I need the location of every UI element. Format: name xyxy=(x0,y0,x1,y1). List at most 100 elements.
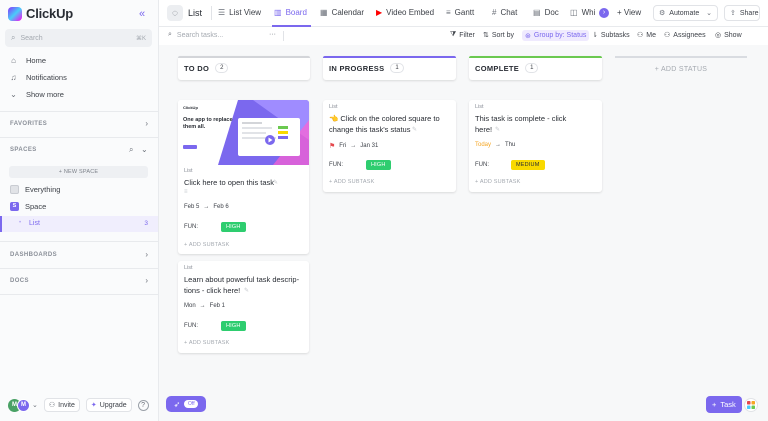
new-space-button[interactable]: + NEW SPACE xyxy=(9,166,148,178)
clickup-logo[interactable]: ClickUp xyxy=(8,6,73,21)
add-subtask-button[interactable]: + ADD SUBTASK xyxy=(184,242,229,248)
sidebar-item-list[interactable]: • List 3 xyxy=(0,216,158,232)
add-subtask-button[interactable]: + ADD SUBTASK xyxy=(184,340,229,346)
tab-gantt[interactable]: ≡ Gantt xyxy=(446,8,474,17)
sidebar-item-home[interactable]: ⌂ Home xyxy=(9,56,46,65)
tab-board[interactable]: ▥ Board xyxy=(274,8,307,17)
sidebar-item-show-more[interactable]: ⌄ Show more xyxy=(9,90,64,99)
column-header-in-progress[interactable]: IN PROGRESS 1 xyxy=(323,56,456,80)
more-tabs-icon[interactable]: › xyxy=(599,8,609,18)
me-button[interactable]: ⚇ Me xyxy=(637,31,656,40)
task-card[interactable]: List This task is complete - click here!… xyxy=(469,100,602,192)
edit-icon[interactable]: ✎ xyxy=(273,179,278,186)
favorites-header[interactable]: FAVORITES xyxy=(10,121,47,127)
task-dates[interactable]: Mon → Feb 1 xyxy=(184,303,225,309)
add-subtask-button[interactable]: + ADD SUBTASK xyxy=(475,179,520,185)
tab-label: List View xyxy=(229,8,262,17)
column-name: TO DO xyxy=(184,63,210,73)
apps-button[interactable] xyxy=(744,398,758,412)
task-dates[interactable]: Today → Thu xyxy=(475,142,515,148)
page-title[interactable]: List xyxy=(188,8,202,18)
sidebar-item-notifications[interactable]: ♫ Notifications xyxy=(9,73,67,82)
collapse-sidebar-icon[interactable]: « xyxy=(139,8,145,20)
divider xyxy=(0,137,158,138)
priority-badge[interactable]: MEDIUM xyxy=(511,160,545,170)
task-card[interactable]: List Learn about powerful task descrip- … xyxy=(178,261,309,353)
spaces-header[interactable]: SPACES xyxy=(10,147,37,153)
arrow-icon: → xyxy=(495,142,502,148)
column-header-complete[interactable]: COMPLETE 1 xyxy=(469,56,602,80)
due-date: Feb 6 xyxy=(213,204,229,210)
upgrade-button[interactable]: ✦ Upgrade xyxy=(85,398,132,412)
sidebar-search[interactable]: ⌕ Search ⌘K xyxy=(5,29,152,47)
group-icon: ⊛ xyxy=(525,32,531,40)
priority-badge[interactable]: HIGH xyxy=(221,321,246,331)
hash-icon: # xyxy=(492,8,497,17)
task-title-line[interactable]: This task is complete - click xyxy=(475,113,595,124)
users-icon: ⚇ xyxy=(664,32,671,39)
add-status-button[interactable]: + ADD STATUS xyxy=(615,56,747,80)
task-dates[interactable]: ⚑ Fri → Jan 31 xyxy=(329,142,378,150)
share-button[interactable]: ⇪ Share xyxy=(724,5,760,21)
column-count: 1 xyxy=(390,63,404,73)
dashboards-header[interactable]: DASHBOARDS xyxy=(10,252,57,258)
priority-badge[interactable]: HIGH xyxy=(221,222,246,232)
show-button[interactable]: ◎ Show xyxy=(715,31,742,40)
sort-button[interactable]: ⇅ Sort by xyxy=(483,31,515,40)
list-settings-icon[interactable]: ◌ xyxy=(167,5,183,21)
tab-label: Video Embed xyxy=(386,8,435,17)
user-menu[interactable]: M M ⌄ xyxy=(8,398,38,412)
sort-label: Sort by xyxy=(491,31,515,39)
sidebar-item-space[interactable]: S Space xyxy=(10,202,46,211)
subtasks-button[interactable]: ⇂ Subtasks xyxy=(592,31,630,40)
focus-toggle-button[interactable]: ➶ Off xyxy=(166,396,206,412)
edit-icon[interactable]: ✎ xyxy=(412,126,417,133)
search-icon[interactable]: ⌕ xyxy=(129,145,133,155)
task-title-line[interactable]: 👈 Click on the colored square to xyxy=(329,113,449,124)
home-icon: ⌂ xyxy=(11,56,16,65)
add-view-button[interactable]: + View xyxy=(617,8,641,17)
tab-whiteboard[interactable]: ◫ Whi xyxy=(570,8,595,17)
tab-calendar[interactable]: ▦ Calendar xyxy=(320,8,364,17)
add-subtask-button[interactable]: + ADD SUBTASK xyxy=(329,179,374,185)
group-by-button[interactable]: ⊛ Group by: Status xyxy=(522,30,590,41)
task-title-line[interactable]: here! xyxy=(475,124,595,135)
divider xyxy=(283,31,284,41)
task-title-line[interactable]: Learn about powerful task descrip- xyxy=(184,274,304,285)
search-icon: ⌕ xyxy=(168,31,172,38)
clickup-logo-icon xyxy=(8,6,22,21)
column-header-todo[interactable]: TO DO 2 xyxy=(178,56,310,80)
assignees-button[interactable]: ⚇ Assignees xyxy=(664,31,706,40)
priority-badge[interactable]: HIGH xyxy=(366,160,391,170)
task-search[interactable]: ⌕ Search tasks... xyxy=(168,31,223,39)
task-list-name: List xyxy=(329,104,338,110)
user-plus-icon: ⚇ xyxy=(48,402,56,409)
task-title-line[interactable]: change this task's status xyxy=(329,124,449,135)
chevron-right-icon[interactable]: › xyxy=(145,119,148,128)
filter-label: Filter xyxy=(459,31,475,39)
docs-header[interactable]: DOCS xyxy=(10,278,29,284)
chevron-down-icon[interactable]: ⌄ xyxy=(141,145,148,154)
tab-video-embed[interactable]: ▶ Video Embed xyxy=(376,8,434,17)
tab-chat[interactable]: # Chat xyxy=(492,8,517,17)
tab-doc[interactable]: ▤ Doc xyxy=(533,8,559,17)
chevron-right-icon[interactable]: › xyxy=(145,276,148,285)
invite-button[interactable]: ⚇ Invite xyxy=(43,398,80,412)
task-card[interactable]: List 👈 Click on the colored square to ch… xyxy=(323,100,456,192)
edit-icon[interactable]: ✎ xyxy=(495,126,500,133)
rocket-icon: ➶ xyxy=(173,399,181,409)
sidebar-item-everything[interactable]: Everything xyxy=(10,185,60,194)
automate-button[interactable]: ⚙ Automate ⌄ xyxy=(653,5,718,21)
subtasks-label: Subtasks xyxy=(600,31,630,39)
task-card[interactable]: ClickUp One app to replace them all. Lis… xyxy=(178,100,309,254)
filter-button[interactable]: ⧩ Filter xyxy=(450,31,475,39)
new-task-button[interactable]: + Task xyxy=(706,396,742,413)
share-label: Share xyxy=(739,9,759,17)
tab-list-view[interactable]: ☰ List View xyxy=(218,8,261,17)
task-dates[interactable]: Feb 5 → Feb 6 xyxy=(184,204,229,210)
help-icon[interactable]: ? xyxy=(137,399,149,411)
chevron-right-icon[interactable]: › xyxy=(145,250,148,259)
search-options-button[interactable]: ··· xyxy=(269,31,276,38)
task-title[interactable]: Click here to open this task xyxy=(184,177,304,188)
edit-icon[interactable]: ✎ xyxy=(244,287,249,294)
